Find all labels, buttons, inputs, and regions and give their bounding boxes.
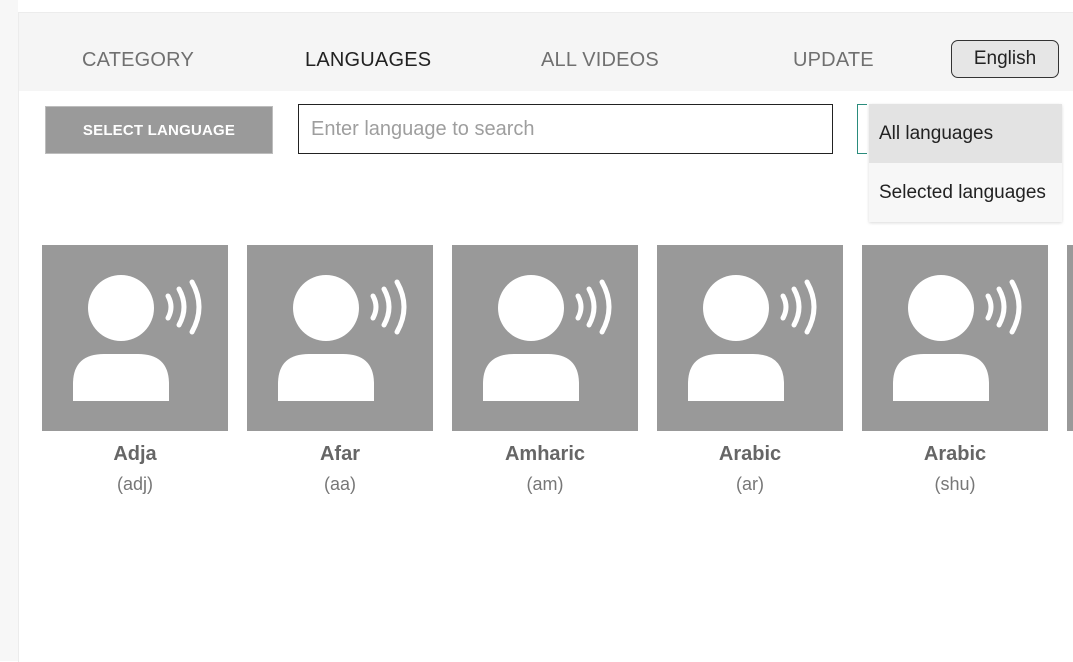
speaking-person-icon — [893, 275, 1022, 401]
speaking-person-icon — [73, 275, 202, 401]
language-name: Adja — [113, 443, 157, 465]
language-filter-select[interactable] — [857, 104, 867, 154]
language-code: (aa) — [323, 474, 356, 494]
language-code: (adj) — [116, 474, 153, 494]
language-card[interactable]: Arabic (shu) — [862, 245, 1048, 495]
language-name: Arabic — [718, 443, 782, 465]
language-name: Arabic — [923, 443, 987, 465]
language-card[interactable]: Amharic (am) — [452, 245, 638, 495]
card-thumbnail — [657, 245, 843, 431]
app-window: CATEGORY LANGUAGES ALL VIDEOS UPDATE Eng… — [18, 12, 1073, 662]
filter-option-selected-languages[interactable]: Selected languages — [869, 163, 1062, 222]
tab-all-videos[interactable]: ALL VIDEOS — [541, 49, 659, 72]
language-filter-dropdown: All languages Selected languages — [869, 104, 1062, 222]
language-code: (am) — [526, 474, 564, 494]
language-name: Amharic — [504, 443, 586, 465]
card-thumbnail — [42, 245, 228, 431]
language-search-input[interactable] — [298, 104, 833, 154]
speaking-person-icon — [688, 275, 817, 401]
card-thumbnail — [452, 245, 638, 431]
card-thumbnail — [247, 245, 433, 431]
language-card-partial[interactable] — [1067, 245, 1073, 431]
language-name: Afar — [319, 443, 360, 465]
language-code: (shu) — [934, 474, 976, 494]
interface-language-button[interactable]: English — [951, 40, 1059, 78]
tab-category[interactable]: CATEGORY — [82, 49, 194, 72]
filter-option-all-languages[interactable]: All languages — [869, 104, 1062, 163]
card-thumbnail — [862, 245, 1048, 431]
window-edge — [0, 0, 18, 661]
language-code: (ar) — [736, 474, 764, 494]
speaking-person-icon — [483, 275, 612, 401]
language-card[interactable]: Adja (adj) — [42, 245, 228, 495]
language-card[interactable]: Arabic (ar) — [657, 245, 843, 495]
speaking-person-icon — [278, 275, 407, 401]
select-language-button[interactable]: SELECT LANGUAGE — [45, 106, 273, 154]
tab-update[interactable]: UPDATE — [793, 49, 874, 72]
language-card[interactable]: Afar (aa) — [247, 245, 433, 495]
top-navigation: CATEGORY LANGUAGES ALL VIDEOS UPDATE Eng… — [19, 13, 1073, 91]
tab-languages[interactable]: LANGUAGES — [305, 49, 431, 72]
